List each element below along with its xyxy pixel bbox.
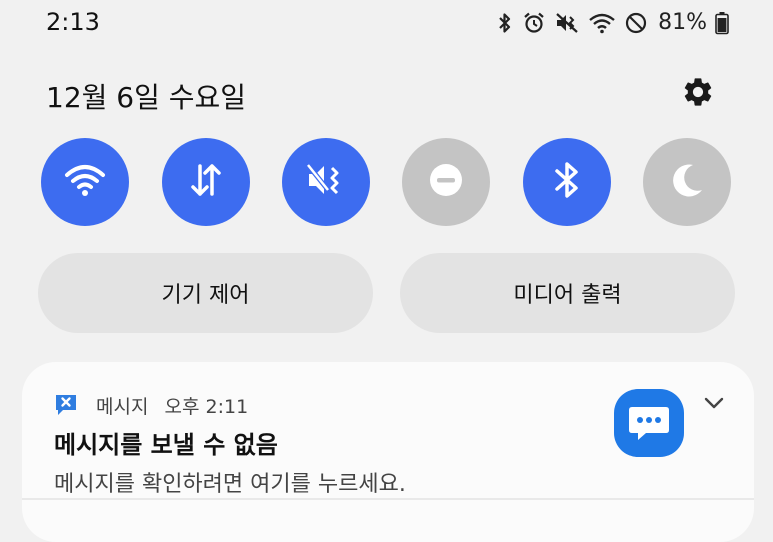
notification-expand-button[interactable] [700, 392, 728, 416]
gear-icon [681, 75, 715, 113]
notification-divider [22, 498, 754, 500]
wifi-icon [63, 160, 107, 204]
notification-app-name: 메시지 [96, 396, 149, 418]
battery-percent: 81% [658, 10, 707, 35]
toggle-do-not-disturb[interactable] [402, 138, 490, 226]
notification-time: 오후 2:11 [164, 396, 249, 418]
status-icons: 81% [496, 10, 729, 35]
bluetooth-icon [496, 11, 514, 35]
settings-button[interactable] [678, 74, 718, 114]
mute-vibrate-icon [304, 160, 348, 204]
vibrate-mute-icon [554, 11, 580, 35]
toggle-wifi[interactable] [41, 138, 129, 226]
alarm-icon [522, 11, 546, 35]
status-time: 2:13 [46, 8, 100, 36]
notification-title: 메시지를 보낼 수 없음 [54, 431, 278, 459]
battery-icon [715, 11, 729, 35]
device-control-button[interactable]: 기기 제어 [38, 253, 373, 333]
status-bar: 2:13 81% [0, 0, 773, 48]
toggle-sound-mute[interactable] [282, 138, 370, 226]
message-error-icon [54, 392, 78, 422]
toggle-bluetooth[interactable] [523, 138, 611, 226]
notification-body: 메시지를 확인하려면 여기를 누르세요. [54, 472, 406, 497]
do-not-disturb-icon [624, 11, 648, 35]
panel-date: 12월 6일 수요일 [46, 81, 247, 114]
toggle-dark-mode[interactable] [643, 138, 731, 226]
messages-app-icon [614, 389, 684, 457]
notification-header: 메시지 오후 2:11 [96, 392, 248, 419]
moon-icon [667, 160, 707, 204]
data-arrows-icon [186, 160, 226, 204]
minus-circle-icon [426, 160, 466, 204]
bluetooth-icon [552, 158, 582, 206]
chevron-down-icon [703, 395, 725, 414]
media-output-button[interactable]: 미디어 출력 [400, 253, 735, 333]
toggle-mobile-data[interactable] [162, 138, 250, 226]
wifi-icon [588, 11, 616, 35]
